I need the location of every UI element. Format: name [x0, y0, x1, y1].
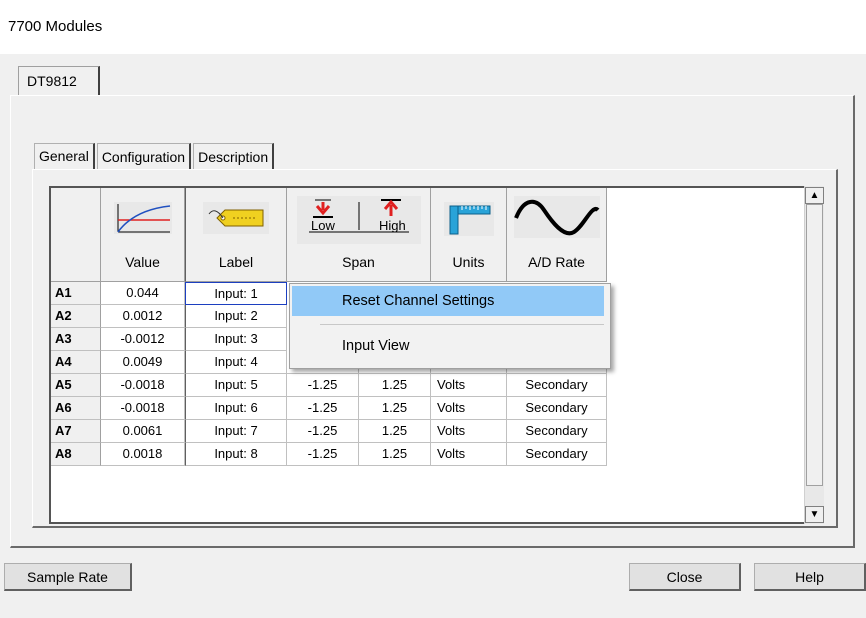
channel-header: A2	[51, 305, 101, 328]
channel-header: A7	[51, 420, 101, 443]
value-curve-icon	[113, 202, 172, 234]
units-cell[interactable]: Volts	[431, 420, 507, 443]
tab-configuration[interactable]: Configuration	[96, 143, 192, 170]
value-cell: 0.0049	[101, 351, 185, 374]
sample-rate-button[interactable]: Sample Rate	[4, 563, 132, 591]
sine-wave-icon	[513, 196, 600, 238]
units-header-label: Units	[452, 254, 485, 270]
help-button[interactable]: Help	[754, 563, 866, 591]
value-cell: 0.0012	[101, 305, 185, 328]
grid-vertical-scrollbar[interactable]: ▲ ▼	[804, 186, 824, 524]
scroll-up-arrow-icon[interactable]: ▲	[805, 187, 824, 204]
span-high-cell[interactable]: 1.25	[359, 420, 431, 443]
tab-description[interactable]: Description	[193, 143, 275, 170]
ad-rate-cell[interactable]: Secondary	[507, 374, 607, 397]
label-cell-selected[interactable]: Input: 1	[185, 282, 287, 305]
value-cell: -0.0012	[101, 328, 185, 351]
value-header-label: Value	[125, 254, 160, 270]
channel-header: A1	[51, 282, 101, 305]
units-cell[interactable]: Volts	[431, 374, 507, 397]
span-low-cell[interactable]: -1.25	[287, 374, 359, 397]
ad-rate-cell[interactable]: Secondary	[507, 443, 607, 466]
context-menu: Reset Channel Settings Input View	[289, 283, 611, 369]
value-cell: -0.0018	[101, 374, 185, 397]
menu-item-input-view[interactable]: Input View	[292, 331, 604, 361]
label-cell[interactable]: Input: 8	[185, 443, 287, 466]
close-button[interactable]: Close	[629, 563, 741, 591]
units-column-header[interactable]: Units	[431, 188, 507, 282]
value-cell: 0.0018	[101, 443, 185, 466]
span-low-cell[interactable]: -1.25	[287, 420, 359, 443]
ruler-icon	[443, 202, 494, 236]
channel-header: A8	[51, 443, 101, 466]
label-cell[interactable]: Input: 3	[185, 328, 287, 351]
units-cell[interactable]: Volts	[431, 443, 507, 466]
value-column-header[interactable]: Value	[101, 188, 185, 282]
title-bar: 7700 Modules	[0, 0, 866, 54]
label-cell[interactable]: Input: 2	[185, 305, 287, 328]
channel-header: A4	[51, 351, 101, 374]
span-high-cell[interactable]: 1.25	[359, 374, 431, 397]
value-cell: -0.0018	[101, 397, 185, 420]
channel-header: A6	[51, 397, 101, 420]
ad-rate-column-header[interactable]: A/D Rate	[507, 188, 607, 282]
scroll-thumb[interactable]	[806, 204, 823, 486]
ad-rate-cell[interactable]: Secondary	[507, 397, 607, 420]
tag-icon	[203, 202, 269, 234]
value-cell: 0.044	[101, 282, 185, 305]
channel-header: A5	[51, 374, 101, 397]
corner-header	[51, 188, 101, 282]
menu-item-reset-channel-settings[interactable]: Reset Channel Settings	[292, 286, 604, 316]
span-column-header[interactable]: Low High Span	[287, 188, 431, 282]
tab-dt9812[interactable]: DT9812	[18, 66, 100, 96]
span-header-label: Span	[342, 254, 375, 270]
label-cell[interactable]: Input: 5	[185, 374, 287, 397]
menu-separator	[320, 324, 604, 325]
span-high-text: High	[379, 218, 406, 233]
ad-rate-header-label: A/D Rate	[528, 254, 585, 270]
label-header-label: Label	[218, 254, 254, 270]
label-cell[interactable]: Input: 7	[185, 420, 287, 443]
span-low-cell[interactable]: -1.25	[287, 397, 359, 420]
channel-header: A3	[51, 328, 101, 351]
tab-general[interactable]: General	[34, 143, 95, 170]
inner-tab-strip: General Configuration Description	[34, 143, 276, 170]
value-cell: 0.0061	[101, 420, 185, 443]
span-low-high-icon: Low High	[296, 196, 421, 244]
window-title: 7700 Modules	[8, 18, 103, 35]
scroll-down-arrow-icon[interactable]: ▼	[805, 506, 824, 523]
label-cell[interactable]: Input: 4	[185, 351, 287, 374]
label-column-header[interactable]: Label	[185, 188, 287, 282]
ad-rate-cell[interactable]: Secondary	[507, 420, 607, 443]
span-high-cell[interactable]: 1.25	[359, 443, 431, 466]
span-low-cell[interactable]: -1.25	[287, 443, 359, 466]
span-high-cell[interactable]: 1.25	[359, 397, 431, 420]
units-cell[interactable]: Volts	[431, 397, 507, 420]
label-cell[interactable]: Input: 6	[185, 397, 287, 420]
span-low-text: Low	[311, 218, 335, 233]
